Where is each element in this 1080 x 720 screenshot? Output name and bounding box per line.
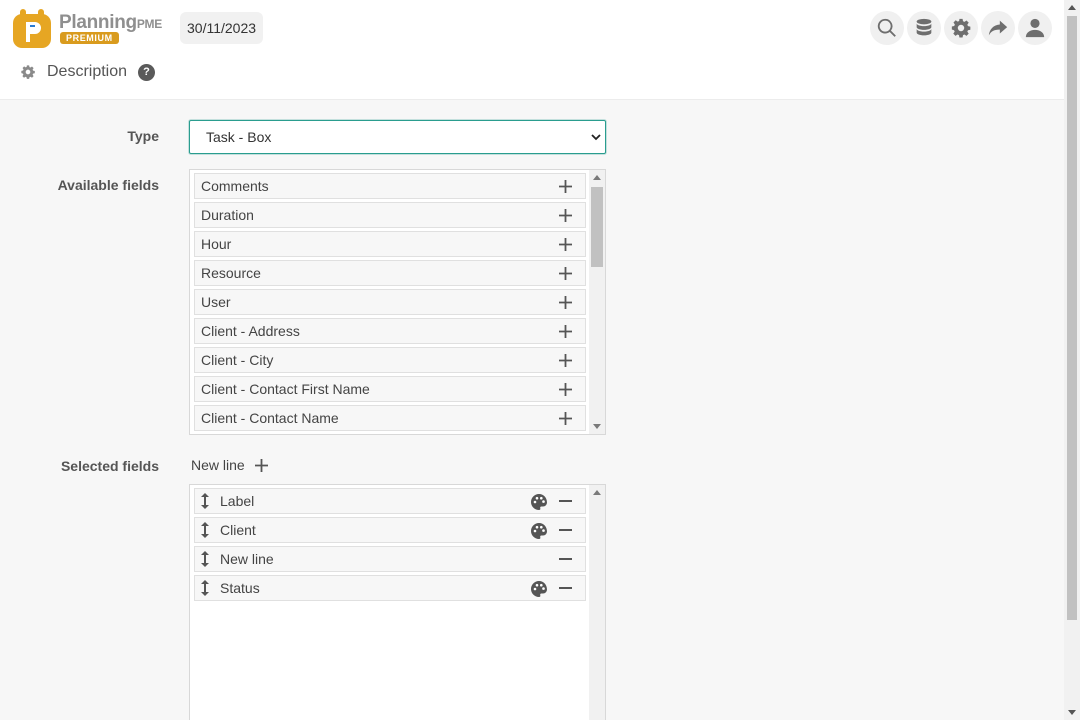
user-button[interactable] [1018, 11, 1052, 45]
selected-field-label: New line [220, 551, 274, 567]
header-toolbar [870, 11, 1052, 45]
remove-field-minus-icon[interactable] [559, 558, 572, 560]
available-field-item[interactable]: User [194, 289, 586, 315]
page-scrollbar[interactable] [1064, 0, 1080, 720]
palette-icon[interactable] [531, 581, 547, 597]
available-field-item[interactable]: Client - Contact First Name [194, 376, 586, 402]
available-field-item[interactable]: Duration [194, 202, 586, 228]
available-field-item[interactable]: Client - Contact Name [194, 405, 586, 431]
plus-icon[interactable] [559, 354, 572, 367]
selected-field-item[interactable]: New line [194, 546, 586, 572]
available-field-item[interactable]: Hour [194, 231, 586, 257]
gear-icon [951, 18, 971, 38]
remove-field-minus-icon[interactable] [559, 529, 572, 531]
database-button[interactable] [907, 11, 941, 45]
selected-fields-scrollbar[interactable] [589, 485, 605, 720]
drag-handle-icon[interactable] [200, 580, 210, 596]
available-fields-list: Comments Duration Hour Resource User Client -… [189, 169, 606, 435]
add-new-line-button[interactable]: New line [191, 456, 268, 474]
top-header: PlanningPME PREMIUM 30/11/2023 Descripti… [0, 0, 1064, 100]
available-field-item[interactable]: Client - City [194, 347, 586, 373]
premium-badge: PREMIUM [60, 32, 119, 44]
gear-icon [21, 65, 35, 79]
type-label: Type [127, 128, 159, 144]
drag-handle-icon[interactable] [200, 522, 210, 538]
new-line-label: New line [191, 457, 245, 473]
database-icon [916, 18, 932, 36]
selected-fields-list: Label Client New line Status [189, 484, 606, 720]
available-field-label: Client - Contact Name [201, 410, 339, 426]
available-field-label: Client - Contact First Name [201, 381, 370, 397]
plus-icon[interactable] [559, 267, 572, 280]
available-field-label: Client - City [201, 352, 274, 368]
plus-icon[interactable] [559, 209, 572, 222]
palette-icon[interactable] [531, 523, 547, 539]
page-scrollbar-thumb[interactable] [1067, 16, 1077, 620]
available-fields-scrollbar[interactable] [589, 170, 605, 434]
chevron-down-icon [591, 134, 601, 141]
selected-field-label: Label [220, 493, 255, 509]
plus-icon[interactable] [559, 296, 572, 309]
scrollbar-thumb[interactable] [591, 187, 603, 267]
available-field-label: Duration [201, 207, 254, 223]
available-fields-label: Available fields [57, 177, 159, 193]
current-date[interactable]: 30/11/2023 [180, 12, 264, 44]
planningpme-logo[interactable]: PlanningPME PREMIUM [12, 8, 172, 50]
scroll-up-arrow-icon[interactable] [593, 175, 601, 180]
selected-field-label: Status [220, 580, 260, 596]
type-select-value: Task - Box [206, 129, 272, 145]
share-icon [988, 20, 1008, 36]
plus-icon[interactable] [559, 383, 572, 396]
scroll-up-arrow-icon[interactable] [593, 490, 601, 495]
user-icon [1025, 18, 1045, 38]
drag-handle-icon[interactable] [200, 551, 210, 567]
type-select[interactable]: Task - Box [189, 120, 606, 154]
selected-field-label: Client [220, 522, 256, 538]
available-field-item[interactable]: Client - Address [194, 318, 586, 344]
available-field-item[interactable]: Resource [194, 260, 586, 286]
available-field-label: Client - Address [201, 323, 300, 339]
remove-field-minus-icon[interactable] [559, 500, 572, 502]
plus-icon [254, 458, 268, 472]
plus-icon[interactable] [559, 238, 572, 251]
available-field-label: Resource [201, 265, 261, 281]
plus-icon[interactable] [559, 325, 572, 338]
settings-button[interactable] [944, 11, 978, 45]
available-field-item[interactable]: Comments [194, 173, 586, 199]
logo-badge-icon [13, 9, 51, 48]
remove-field-minus-icon[interactable] [559, 587, 572, 589]
page-title: Description [47, 63, 128, 80]
selected-field-item[interactable]: Status [194, 575, 586, 601]
selected-field-item[interactable]: Client [194, 517, 586, 543]
drag-handle-icon[interactable] [200, 493, 210, 509]
help-icon[interactable]: ? [138, 63, 156, 81]
scroll-down-arrow-icon[interactable] [1068, 710, 1076, 715]
search-button[interactable] [870, 11, 904, 45]
scroll-down-arrow-icon[interactable] [593, 424, 601, 429]
logo-wordmark: PlanningPME [59, 12, 162, 33]
share-button[interactable] [981, 11, 1015, 45]
available-field-label: Comments [201, 178, 269, 194]
available-field-label: Hour [201, 236, 232, 252]
plus-icon[interactable] [559, 180, 572, 193]
section-header: Description ? [20, 60, 156, 84]
palette-icon[interactable] [531, 494, 547, 510]
scroll-up-arrow-icon[interactable] [1068, 5, 1076, 10]
plus-icon[interactable] [559, 412, 572, 425]
selected-fields-label: Selected fields [60, 458, 159, 474]
search-icon [877, 18, 896, 37]
available-field-label: User [201, 294, 231, 310]
selected-field-item[interactable]: Label [194, 488, 586, 514]
